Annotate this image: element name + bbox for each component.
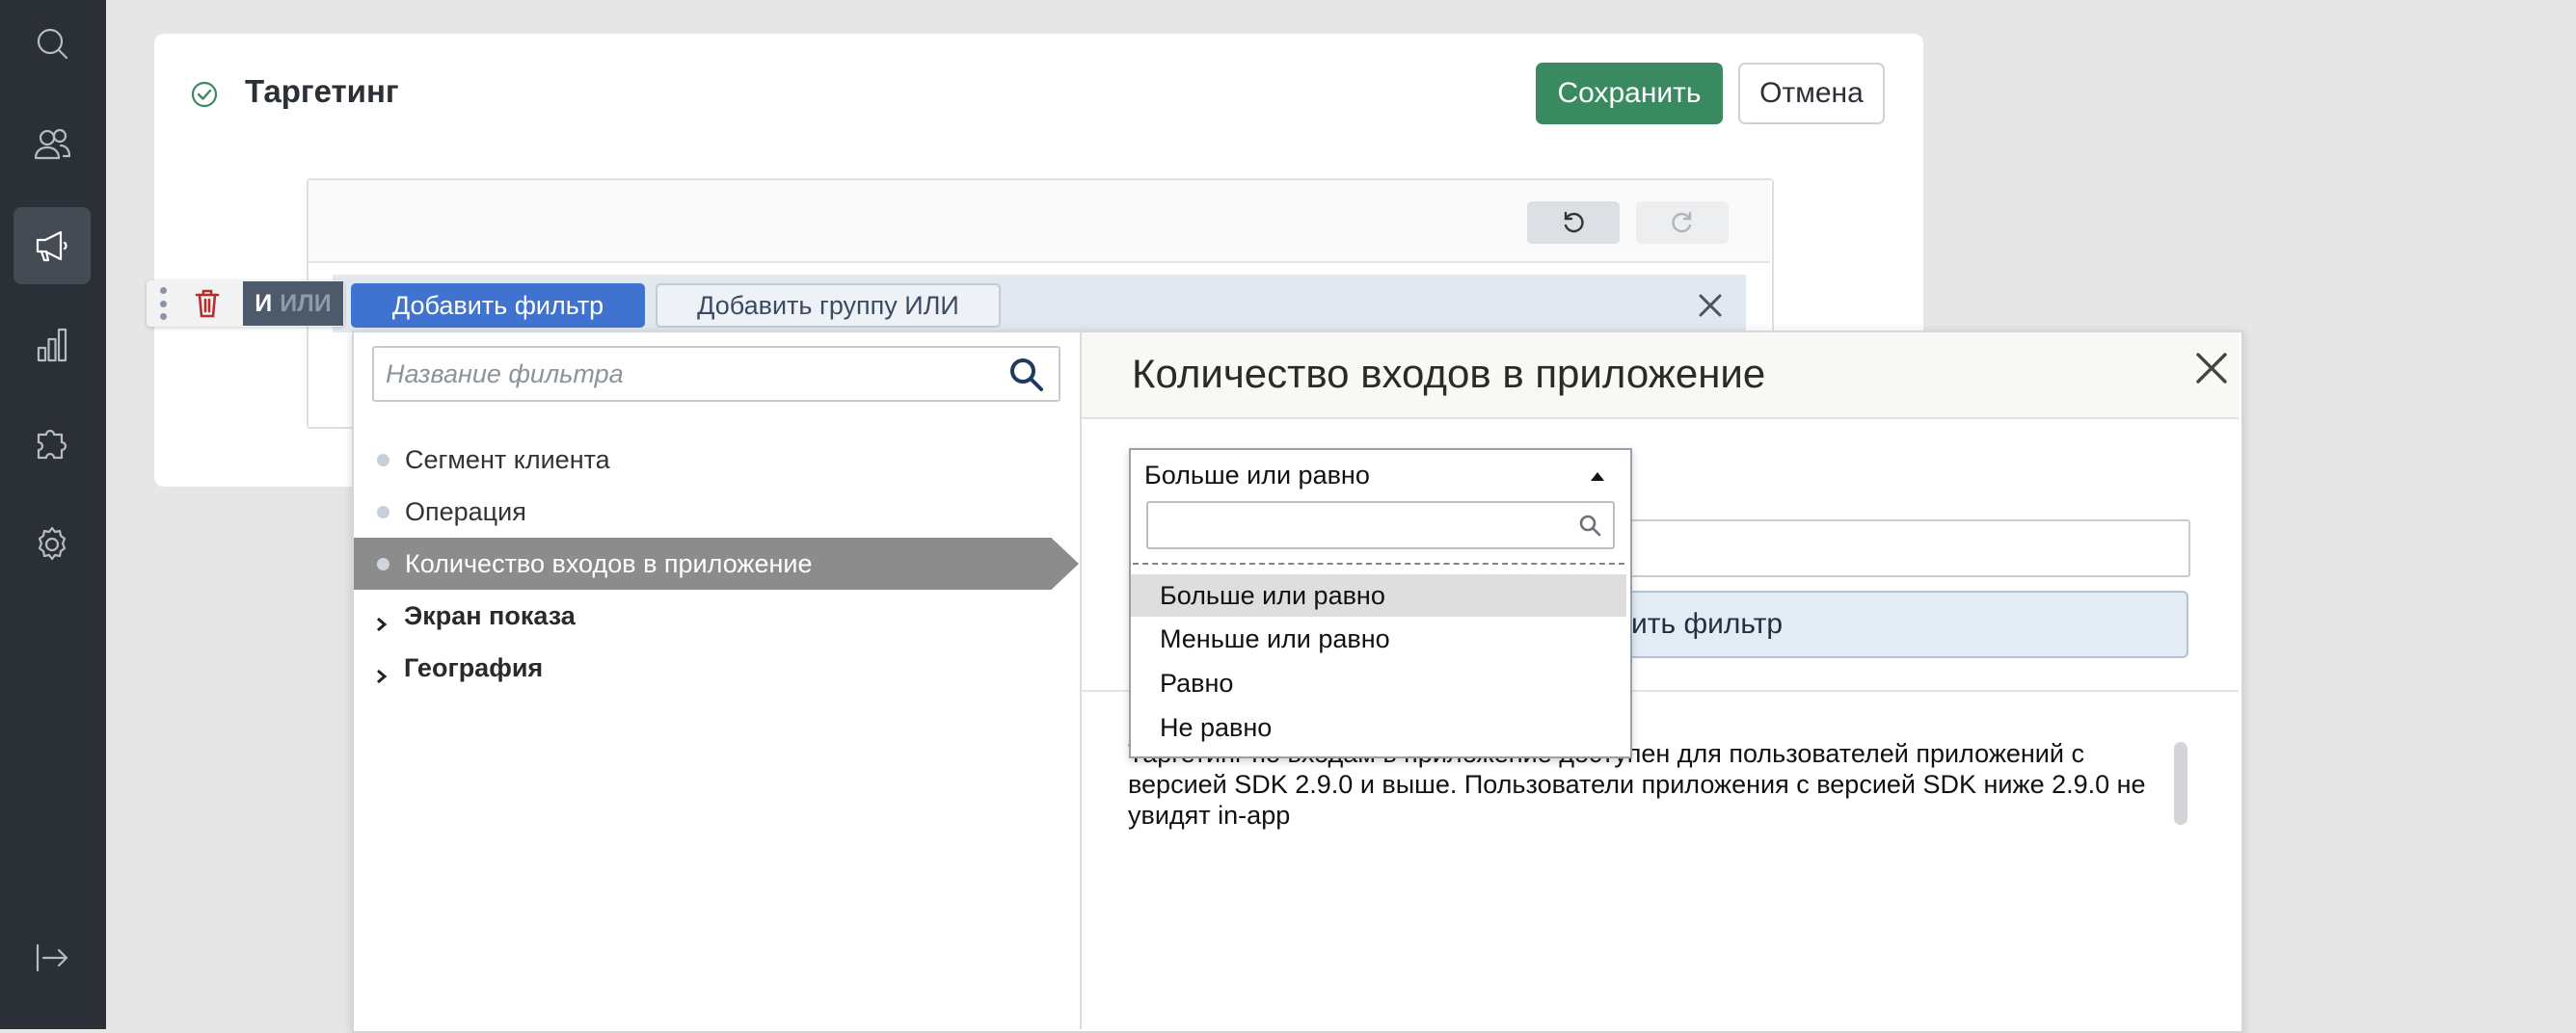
sidebar: [0, 0, 106, 1029]
popup-title: Количество входов в приложение: [1132, 351, 1766, 396]
page-title: Таргетинг: [245, 73, 399, 109]
redo-button[interactable]: [1636, 201, 1729, 244]
operator-option[interactable]: Меньше или равно: [1131, 618, 1626, 660]
search-icon: [37, 28, 68, 60]
sidebar-analytics-button[interactable]: [13, 306, 91, 384]
filter-list-item-selected[interactable]: Количество входов в приложение: [354, 538, 1079, 590]
value-input[interactable]: [1629, 519, 2190, 577]
megaphone-icon: [36, 230, 67, 262]
operator-search-input[interactable]: [1146, 501, 1615, 549]
operator-option[interactable]: Не равно: [1131, 706, 1626, 749]
bullet-icon: [377, 557, 389, 570]
sidebar-campaigns-button[interactable]: [13, 207, 91, 284]
filter-group-expander[interactable]: Экран показа: [354, 590, 1029, 642]
bullet-icon: [377, 453, 389, 466]
delete-group-button[interactable]: [189, 284, 226, 323]
filter-search-input[interactable]: [384, 351, 985, 397]
search-icon[interactable]: [1006, 355, 1045, 393]
logic-and-option[interactable]: И: [255, 290, 272, 318]
filter-list-item-label: Сегмент клиента: [405, 444, 610, 474]
sidebar-integrations-button[interactable]: [13, 405, 91, 482]
gear-icon: [38, 526, 67, 561]
sidebar-users-button[interactable]: [13, 106, 91, 183]
logic-or-option[interactable]: ИЛИ: [280, 290, 331, 318]
chevron-right-icon: [375, 609, 389, 632]
filter-list-item[interactable]: Операция: [354, 486, 1079, 538]
caret-up-icon[interactable]: [1591, 472, 1604, 481]
redo-icon: [1672, 211, 1692, 233]
dropdown-separator: [1133, 563, 1624, 565]
logic-toggle[interactable]: И ИЛИ: [243, 281, 343, 326]
search-icon: [1577, 513, 1602, 538]
apply-filter-button[interactable]: ить фильтр: [1600, 591, 2188, 658]
close-popup-button[interactable]: [2192, 349, 2231, 387]
filter-list-item[interactable]: Сегмент клиента: [354, 434, 1079, 486]
puzzle-icon: [37, 429, 67, 460]
sidebar-search-button[interactable]: [13, 5, 91, 82]
bar-chart-icon: [37, 328, 67, 362]
filter-group-label: Экран показа: [404, 600, 576, 630]
operator-option[interactable]: Больше или равно: [1131, 574, 1626, 617]
filter-group-expander[interactable]: География: [354, 642, 1029, 694]
remove-row-button[interactable]: [1694, 289, 1727, 322]
operator-selected-value[interactable]: Больше или равно: [1144, 461, 1370, 490]
add-or-group-button[interactable]: Добавить группу ИЛИ: [656, 283, 1001, 328]
scrollbar-thumb[interactable]: [2174, 742, 2187, 825]
filter-list-item-label: Количество входов в приложение: [405, 548, 813, 578]
filter-list-item-label: Операция: [405, 496, 526, 526]
apply-filter-label: ить фильтр: [1631, 608, 1784, 640]
bullet-icon: [377, 505, 389, 518]
undo-icon: [1564, 211, 1584, 233]
operator-option[interactable]: Равно: [1131, 662, 1626, 704]
undo-button[interactable]: [1527, 201, 1620, 244]
check-circle-icon: [190, 80, 219, 109]
users-icon: [34, 128, 71, 160]
close-icon: [1699, 294, 1722, 317]
popup-divider: [1080, 331, 1082, 1029]
chevron-right-icon: [375, 661, 389, 684]
logout-icon: [36, 943, 68, 972]
add-filter-button[interactable]: Добавить фильтр: [351, 283, 645, 328]
sidebar-settings-button[interactable]: [13, 506, 91, 583]
filter-group-label: География: [404, 652, 544, 682]
drag-handle[interactable]: [158, 287, 168, 320]
save-button[interactable]: Сохранить: [1536, 63, 1723, 124]
cancel-button[interactable]: Отмена: [1738, 63, 1885, 124]
close-icon: [2196, 353, 2227, 384]
sidebar-logout-button[interactable]: [13, 919, 91, 996]
trash-icon: [195, 289, 220, 318]
